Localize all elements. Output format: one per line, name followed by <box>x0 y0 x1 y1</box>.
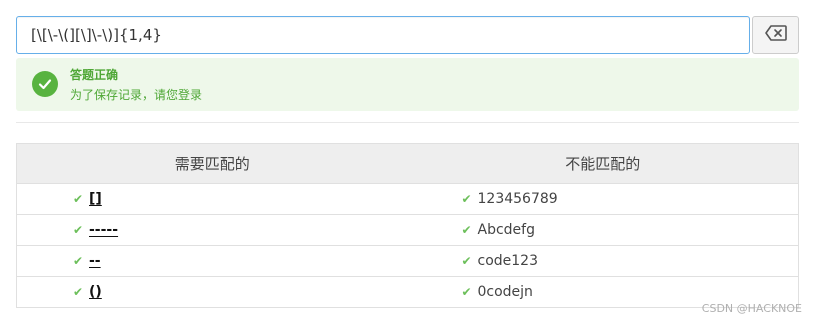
backspace-icon <box>764 25 787 45</box>
check-icon: ✔ <box>73 223 84 237</box>
nomatch-cell: ✔ code123 <box>410 246 799 276</box>
check-icon: ✔ <box>461 285 472 299</box>
match-cell: ✔ () <box>17 277 410 307</box>
match-cell: ✔ [] <box>17 184 410 214</box>
check-icon: ✔ <box>461 223 472 237</box>
match-string: -- <box>89 253 101 269</box>
nomatch-string: 0codejn <box>477 284 533 300</box>
divider <box>16 122 799 123</box>
match-string: () <box>89 284 102 300</box>
match-string: ----- <box>89 222 119 238</box>
success-alert: 答题正确 为了保存记录，请您登录 <box>16 58 799 111</box>
alert-title: 答题正确 <box>70 68 119 82</box>
table-row: ✔ -- ✔ code123 <box>17 245 798 276</box>
check-icon: ✔ <box>461 192 472 206</box>
match-cell: ✔ -- <box>17 246 410 276</box>
match-string: [] <box>89 191 102 207</box>
match-cell: ✔ ----- <box>17 215 410 245</box>
table-header: 需要匹配的 不能匹配的 <box>17 144 798 183</box>
nomatch-string: Abcdefg <box>477 222 535 238</box>
nomatch-string: 123456789 <box>477 191 558 207</box>
clear-button[interactable] <box>752 16 799 54</box>
table-row: ✔ () ✔ 0codejn <box>17 276 798 307</box>
test-table: 需要匹配的 不能匹配的 ✔ [] ✔ 123456789 ✔ ----- ✔ A… <box>16 143 799 308</box>
nomatch-cell: ✔ 123456789 <box>410 184 799 214</box>
check-icon: ✔ <box>73 285 84 299</box>
header-match: 需要匹配的 <box>174 155 250 173</box>
header-nomatch: 不能匹配的 <box>565 155 641 173</box>
table-row: ✔ ----- ✔ Abcdefg <box>17 214 798 245</box>
nomatch-string: code123 <box>477 253 538 269</box>
table-row: ✔ [] ✔ 123456789 <box>17 183 798 214</box>
check-circle-icon <box>32 71 58 97</box>
nomatch-cell: ✔ Abcdefg <box>410 215 799 245</box>
watermark: CSDN @HACKNOE <box>701 302 802 315</box>
alert-subtitle: 为了保存记录，请您登录 <box>70 88 203 102</box>
check-icon: ✔ <box>73 254 84 268</box>
check-icon: ✔ <box>73 192 84 206</box>
regex-input[interactable] <box>16 16 750 54</box>
check-icon: ✔ <box>461 254 472 268</box>
